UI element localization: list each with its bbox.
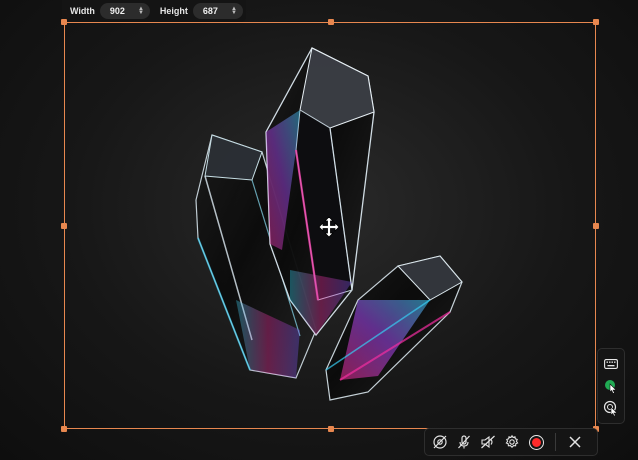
record-dot: [531, 437, 541, 447]
resize-handle-bottom-left[interactable]: [61, 426, 67, 432]
resize-handle-top-right[interactable]: [593, 19, 599, 25]
width-group: Width 902 ▲ ▼: [70, 3, 150, 19]
side-panel: [597, 348, 625, 424]
cursor-highlight-icon[interactable]: [602, 377, 620, 395]
record-icon: [528, 434, 544, 450]
gear-icon[interactable]: [503, 433, 521, 451]
recording-toolbar: [424, 428, 598, 456]
resize-handle-right[interactable]: [593, 223, 599, 229]
width-stepper-icon[interactable]: ▲ ▼: [138, 6, 144, 16]
toolbar-divider: [555, 433, 556, 451]
width-input[interactable]: 902 ▲ ▼: [99, 3, 150, 19]
camera-off-icon[interactable]: [431, 433, 449, 451]
height-stepper-icon[interactable]: ▲ ▼: [231, 6, 237, 16]
record-button[interactable]: [527, 433, 545, 451]
height-input[interactable]: 687 ▲ ▼: [192, 3, 243, 19]
height-label: Height: [159, 6, 188, 16]
width-label: Width: [70, 6, 95, 16]
resize-handle-top[interactable]: [328, 19, 334, 25]
resize-handle-left[interactable]: [61, 223, 67, 229]
mic-off-icon[interactable]: [455, 433, 473, 451]
width-value: 902: [109, 6, 125, 16]
move-arrows-icon[interactable]: [318, 216, 340, 238]
keyboard-icon[interactable]: [602, 355, 620, 373]
close-icon[interactable]: [566, 433, 584, 451]
height-value: 687: [202, 6, 218, 16]
speaker-off-icon[interactable]: [479, 433, 497, 451]
click-effect-icon[interactable]: [602, 399, 620, 417]
dimension-bar: Width 902 ▲ ▼ Height 687 ▲ ▼: [62, 0, 246, 22]
resize-handle-top-left[interactable]: [61, 19, 67, 25]
height-group: Height 687 ▲ ▼: [160, 3, 243, 19]
resize-handle-bottom[interactable]: [328, 426, 334, 432]
